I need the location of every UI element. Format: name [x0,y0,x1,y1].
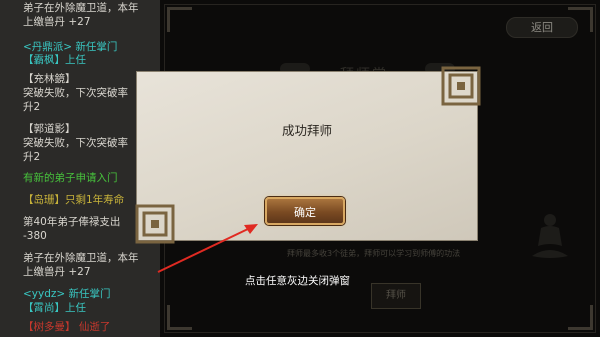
confirm-button[interactable]: 确定 [265,197,345,225]
log-line: 【霸枫】上任 [23,54,86,66]
log-line: 【郭道影】 [23,123,76,135]
log-line: 弟子在外除魔卫道，本年 [23,252,139,264]
log-line: 弟子在外除魔卫道，本年 [23,2,139,14]
fret-corner-ornament-icon [441,66,481,106]
log-line: -380 [23,230,47,242]
success-popup: 成功拜师 确定 [135,66,481,244]
annotation-text: 点击任意灰边关闭弹窗 [245,275,350,287]
log-line: 上缴兽丹 +27 [23,16,91,28]
log-line: <丹鼎派> 新任掌门 [23,41,118,53]
log-line: 突破失败，下次突破率 [23,87,128,99]
fret-corner-ornament-icon [135,204,175,244]
log-line: 升2 [23,151,41,163]
event-log-panel[interactable]: 弟子在外除魔卫道，本年 上缴兽丹 +27 <丹鼎派> 新任掌门 【霸枫】上任 【… [0,0,160,337]
log-line: 有新的弟子申请入门 [23,172,118,184]
log-line: 升2 [23,101,41,113]
log-line: 第40年弟子俸禄支出 [23,216,121,228]
log-line: 【岛珊】只剩1年寿命 [23,194,125,206]
log-line: 【充林鏡】 [23,73,76,85]
log-line: <yydz> 新任掌门 [23,288,111,300]
log-line: 上缴兽丹 +27 [23,266,91,278]
log-line: 【树多曼】 仙逝了 [23,321,111,333]
log-line: 【霄尚】上任 [23,302,86,314]
popup-message: 成功拜师 [281,123,332,138]
log-line: 突破失败，下次突破率 [23,137,128,149]
